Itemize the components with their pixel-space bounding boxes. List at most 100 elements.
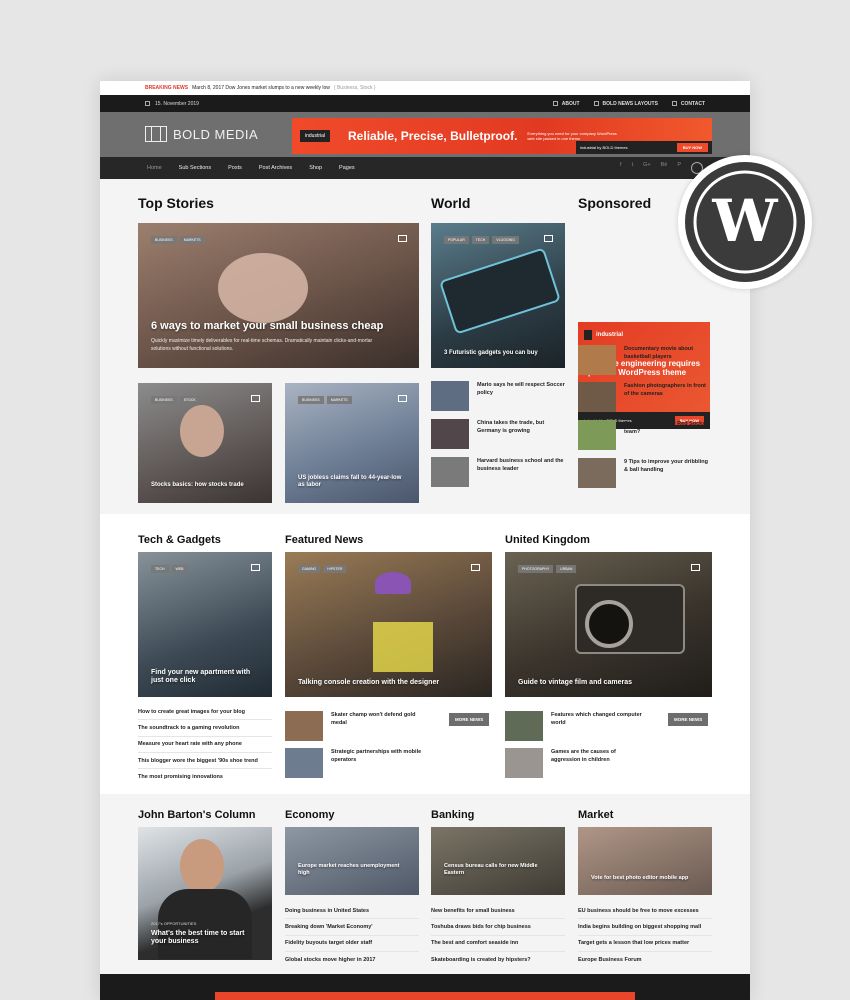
- card-stocks-basics[interactable]: BUSINESS STOCK Stocks basics: how stocks…: [138, 383, 272, 503]
- list-item[interactable]: Games are the causes of aggression in ch…: [505, 748, 645, 778]
- list-item-title[interactable]: Mario says he will respect Soccer policy: [477, 381, 565, 398]
- market-feature[interactable]: Vote for best photo editor mobile app: [578, 827, 712, 895]
- breaking-text[interactable]: March 8, 2017 Dow Jones market slumps to…: [192, 85, 330, 91]
- tag[interactable]: STOCK: [179, 396, 200, 404]
- list-item[interactable]: EU business should be free to move exces…: [578, 903, 712, 920]
- list-item[interactable]: Target gets a lesson that low prices mat…: [578, 936, 712, 952]
- list-item[interactable]: Toshuba draws bids for chip business: [431, 919, 565, 936]
- tag[interactable]: GAMING: [298, 565, 321, 573]
- tags: BUSINESS STOCK: [151, 396, 200, 404]
- card-title[interactable]: US jobless claims fall to 44-year-low as…: [298, 475, 409, 489]
- list-item-title[interactable]: Strategic partnerships with mobile opera…: [331, 748, 425, 765]
- card-title[interactable]: Stocks basics: how stocks trade: [151, 482, 244, 489]
- behance-icon[interactable]: Bē: [661, 162, 668, 174]
- facebook-icon[interactable]: f: [620, 162, 622, 174]
- tag[interactable]: HIPSTER: [323, 565, 347, 573]
- tag[interactable]: TECH: [471, 236, 490, 244]
- tag[interactable]: TECH: [151, 565, 169, 573]
- list-item[interactable]: The best and comfort seaside inn: [431, 936, 565, 952]
- feature-title[interactable]: What's the best time to start your busin…: [151, 930, 258, 947]
- tag[interactable]: MARKETS: [179, 236, 205, 244]
- more-news-button[interactable]: MORE NEWS: [449, 713, 490, 726]
- nav-item-shop[interactable]: Shop: [309, 165, 322, 171]
- tag[interactable]: VLOGGING: [492, 236, 519, 244]
- tech-feature[interactable]: TECH WEB Find your new apartment with ju…: [138, 552, 272, 697]
- list-item[interactable]: How to create great images for your blog: [138, 704, 272, 721]
- banking-feature[interactable]: Census bureau calls for new Middle Easte…: [431, 827, 565, 895]
- list-item[interactable]: The soundtrack to a gaming revolution: [138, 720, 272, 737]
- list-item[interactable]: Fidelity buyouts target older staff: [285, 936, 419, 952]
- list-item[interactable]: India begins building on biggest shoppin…: [578, 919, 712, 936]
- nav-item-home[interactable]: Home: [147, 165, 162, 171]
- ad-buy-button[interactable]: BUY NOW: [676, 143, 708, 152]
- feature-title[interactable]: Europe market reaches unemployment high: [298, 863, 409, 876]
- footer-ad-banner[interactable]: [215, 992, 635, 1000]
- feature-title[interactable]: 3 Futuristic gadgets you can buy: [444, 350, 538, 357]
- tag[interactable]: MARKETS: [326, 396, 352, 404]
- more-news-button[interactable]: MORE NEWS: [668, 713, 709, 726]
- sponsored-ad[interactable]: industrial Reliable engineering requires…: [578, 322, 710, 429]
- nav-item-post-archives[interactable]: Post Archives: [259, 165, 292, 171]
- feature-title[interactable]: Census bureau calls for new Middle Easte…: [444, 863, 555, 876]
- tag[interactable]: BUSINESS: [151, 236, 177, 244]
- list-item[interactable]: Measure your heart rate with any phone: [138, 737, 272, 753]
- tag[interactable]: WEB: [171, 565, 188, 573]
- list-item[interactable]: Europe Business Forum: [578, 952, 712, 968]
- list-item-title[interactable]: Features which changed computer world: [551, 711, 645, 728]
- list-item[interactable]: China takes the trade, but Germany is gr…: [431, 419, 565, 449]
- feature-title[interactable]: 6 ways to market your small business che…: [151, 320, 383, 333]
- list-item-title[interactable]: Harvard business school and the business…: [477, 457, 565, 474]
- header-ad-banner[interactable]: industrial Reliable, Precise, Bulletproo…: [292, 118, 712, 154]
- list-item[interactable]: The most promising innovations: [138, 769, 272, 785]
- uk-feature[interactable]: PHOTOGRAPHY URBAN Guide to vintage film …: [505, 552, 712, 697]
- list-item-title[interactable]: China takes the trade, but Germany is gr…: [477, 419, 565, 436]
- site-logo[interactable]: BOLD MEDIA: [145, 125, 258, 142]
- list-item-title[interactable]: Fashion photographers in front of the ca…: [624, 382, 710, 399]
- list-item-title[interactable]: Skater champ won't defend gold medal: [331, 711, 425, 728]
- thumbnail: [578, 420, 616, 450]
- nav-item-pages[interactable]: Pages: [339, 165, 355, 171]
- economy-feature[interactable]: Europe market reaches unemployment high: [285, 827, 419, 895]
- list-item[interactable]: Skater champ won't defend gold medal: [285, 711, 425, 741]
- breaking-tags[interactable]: ( Business, Stock ): [334, 85, 376, 91]
- list-item[interactable]: Mario says he will respect Soccer policy: [431, 381, 565, 411]
- list-item[interactable]: Skateboarding is created by hipsters?: [431, 952, 565, 968]
- twitter-icon[interactable]: t: [632, 162, 634, 174]
- list-item-title[interactable]: 9 Tips to improve your dribbling & ball …: [624, 458, 710, 475]
- column-feature[interactable]: 2017's OPPORTUNITIES What's the best tim…: [138, 827, 272, 960]
- list-item[interactable]: 9 Tips to improve your dribbling & ball …: [578, 458, 710, 488]
- list-item[interactable]: Documentary movie about basketball playe…: [578, 345, 710, 375]
- world-feature[interactable]: POPULAR TECH VLOGGING 3 Futuristic gadge…: [431, 223, 565, 368]
- tag[interactable]: BUSINESS: [151, 396, 177, 404]
- list-item[interactable]: Harvard business school and the business…: [431, 457, 565, 487]
- tag[interactable]: PHOTOGRAPHY: [518, 565, 554, 573]
- list-item[interactable]: Features which changed computer world: [505, 711, 645, 741]
- top-link-layouts[interactable]: BOLD NEWS LAYOUTS: [593, 101, 658, 107]
- feature-title[interactable]: Vote for best photo editor mobile app: [591, 875, 688, 882]
- list-item[interactable]: Fashion photographers in front of the ca…: [578, 382, 710, 412]
- list-item[interactable]: Could Ronaldo lead Red Socks team?: [578, 420, 710, 450]
- top-story-feature[interactable]: BUSINESS MARKETS 6 ways to market your s…: [138, 223, 419, 368]
- feature-title[interactable]: Talking console creation with the design…: [298, 679, 439, 687]
- tag[interactable]: POPULAR: [444, 236, 469, 244]
- list-item[interactable]: This blogger wore the biggest '90s shoe …: [138, 753, 272, 770]
- list-item-title[interactable]: Games are the causes of aggression in ch…: [551, 748, 645, 765]
- nav-item-sub-sections[interactable]: Sub Sections: [179, 165, 211, 171]
- top-link-contact[interactable]: CONTACT: [671, 101, 705, 107]
- tag[interactable]: URBAN: [556, 565, 577, 573]
- tag[interactable]: BUSINESS: [298, 396, 324, 404]
- google-plus-icon[interactable]: G+: [643, 162, 651, 174]
- list-item[interactable]: New benefits for small business: [431, 903, 565, 920]
- list-item[interactable]: Breaking down 'Market Economy': [285, 919, 419, 936]
- list-item-title[interactable]: Documentary movie about basketball playe…: [624, 345, 710, 362]
- nav-item-posts[interactable]: Posts: [228, 165, 242, 171]
- list-item-title[interactable]: Could Ronaldo lead Red Socks team?: [624, 420, 710, 437]
- list-item[interactable]: Global stocks move higher in 2017: [285, 952, 419, 968]
- list-item[interactable]: Strategic partnerships with mobile opera…: [285, 748, 425, 778]
- card-us-jobless[interactable]: BUSINESS MARKETS US jobless claims fall …: [285, 383, 419, 503]
- top-link-about[interactable]: ABOUT: [552, 101, 580, 107]
- feature-title[interactable]: Find your new apartment with just one cl…: [151, 669, 262, 686]
- featured-feature[interactable]: GAMING HIPSTER Talking console creation …: [285, 552, 492, 697]
- list-item[interactable]: Doing business in United States: [285, 903, 419, 920]
- feature-title[interactable]: Guide to vintage film and cameras: [518, 679, 632, 687]
